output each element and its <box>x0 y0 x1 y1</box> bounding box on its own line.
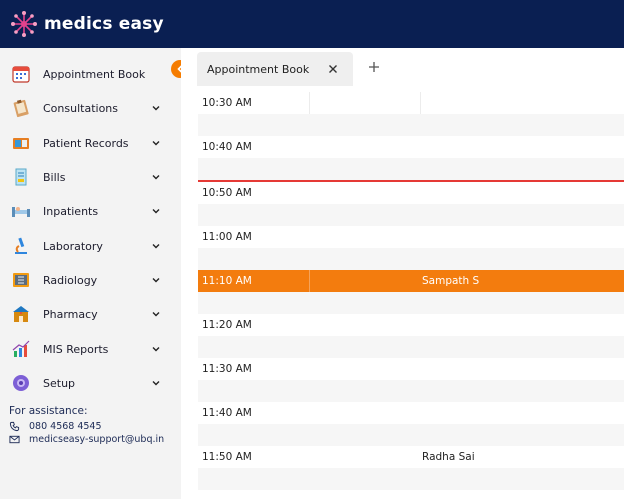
assistance-title: For assistance: <box>9 405 88 417</box>
sidebar-item-pharmacy[interactable]: Pharmacy <box>0 299 181 329</box>
sidebar-item-inpatients[interactable]: Inpatients <box>0 196 181 226</box>
schedule-row[interactable]: 11:00 AM <box>198 226 624 248</box>
notepad-icon <box>10 97 32 119</box>
schedule-row[interactable]: 11:40 AM <box>198 402 624 424</box>
schedule-row[interactable] <box>198 204 624 226</box>
sidebar-item-label: Laboratory <box>43 239 103 253</box>
xray-icon <box>10 269 32 291</box>
chevron-down-icon[interactable] <box>150 377 162 389</box>
schedule-row[interactable]: 10:50 AM <box>198 182 624 204</box>
time-slot-label: 11:20 AM <box>202 319 252 331</box>
sidebar-item-mis-reports[interactable]: MIS Reports <box>0 334 181 364</box>
schedule-row[interactable] <box>198 114 624 136</box>
tab-label: Appointment Book <box>207 62 310 76</box>
schedule-row-booked[interactable]: 11:10 AM Sampath S <box>198 270 624 292</box>
sidebar-item-label: Bills <box>43 170 66 184</box>
assistance-email[interactable]: medicseasy-support@ubq.in <box>9 433 164 446</box>
assistance-info: For assistance: 080 4568 4545 medicseasy… <box>9 405 164 446</box>
chevron-down-icon[interactable] <box>150 137 162 149</box>
top-header: medics easy <box>0 0 624 48</box>
schedule-row[interactable] <box>198 292 624 314</box>
folder-icon <box>10 132 32 154</box>
time-slot-label: 11:00 AM <box>202 231 252 243</box>
grid-divider <box>309 270 310 292</box>
schedule-row[interactable] <box>198 468 624 490</box>
sidebar-item-radiology[interactable]: Radiology <box>0 265 181 295</box>
grid-divider <box>420 92 421 114</box>
chevron-down-icon[interactable] <box>150 274 162 286</box>
appointment-schedule: 10:30 AM 10:40 AM 10:50 AM 11:00 AM 11:1… <box>198 92 624 492</box>
invoice-icon <box>10 166 32 188</box>
schedule-row[interactable] <box>198 158 624 180</box>
sidebar-item-patient-records[interactable]: Patient Records <box>0 128 181 158</box>
sidebar-item-label: Consultations <box>43 101 118 115</box>
calendar-icon <box>10 63 32 85</box>
time-slot-label: 11:30 AM <box>202 363 252 375</box>
time-slot-label: 10:50 AM <box>202 187 252 199</box>
add-tab-icon[interactable] <box>367 60 381 74</box>
schedule-row[interactable] <box>198 336 624 358</box>
close-icon[interactable] <box>327 63 339 75</box>
bed-icon <box>10 200 32 222</box>
sidebar-item-setup[interactable]: Setup <box>0 368 181 398</box>
sidebar-item-appointment-book[interactable]: Appointment Book <box>0 59 181 89</box>
chevron-down-icon[interactable] <box>150 171 162 183</box>
sidebar-item-bills[interactable]: Bills <box>0 162 181 192</box>
chart-icon <box>10 338 32 360</box>
time-slot-label: 11:10 AM <box>202 275 252 287</box>
chevron-down-icon[interactable] <box>150 308 162 320</box>
schedule-row[interactable]: 10:40 AM <box>198 136 624 158</box>
time-slot-label: 10:30 AM <box>202 97 252 109</box>
current-time-indicator <box>198 180 624 182</box>
sidebar-item-label: Radiology <box>43 273 98 287</box>
tab-appointment-book[interactable]: Appointment Book <box>197 52 353 86</box>
schedule-row[interactable]: 11:20 AM <box>198 314 624 336</box>
gear-icon <box>10 372 32 394</box>
phone-icon <box>9 421 20 432</box>
assistance-phone-number: 080 4568 4545 <box>29 421 102 432</box>
schedule-row[interactable] <box>198 380 624 402</box>
schedule-row[interactable] <box>198 248 624 270</box>
brand-name: medics easy <box>44 14 164 34</box>
microscope-icon <box>10 235 32 257</box>
assistance-phone[interactable]: 080 4568 4545 <box>9 420 164 433</box>
sidebar-item-label: Inpatients <box>43 204 99 218</box>
tab-bar: Appointment Book <box>181 48 624 88</box>
mail-icon <box>9 435 20 444</box>
sidebar-item-consultations[interactable]: Consultations <box>0 93 181 123</box>
sidebar-item-label: Appointment Book <box>43 67 146 81</box>
assistance-email-address: medicseasy-support@ubq.in <box>29 434 165 445</box>
sidebar-item-label: Pharmacy <box>43 307 98 321</box>
time-slot-label: 11:40 AM <box>202 407 252 419</box>
schedule-row[interactable] <box>198 424 624 446</box>
medics-easy-logo-icon <box>11 11 37 37</box>
sidebar-item-label: MIS Reports <box>43 342 109 356</box>
sidebar-item-label: Patient Records <box>43 136 129 150</box>
patient-name: Sampath S <box>422 275 480 287</box>
schedule-row[interactable]: 10:30 AM <box>198 92 624 114</box>
chevron-down-icon[interactable] <box>150 343 162 355</box>
chevron-down-icon[interactable] <box>150 240 162 252</box>
schedule-row[interactable]: 11:30 AM <box>198 358 624 380</box>
chevron-down-icon[interactable] <box>150 205 162 217</box>
grid-divider <box>309 92 310 114</box>
time-slot-label: 11:50 AM <box>202 451 252 463</box>
patient-name: Radha Sai <box>422 451 475 463</box>
schedule-row[interactable]: 11:50 AM Radha Sai <box>198 446 624 468</box>
time-slot-label: 10:40 AM <box>202 141 252 153</box>
sidebar-item-label: Setup <box>43 376 76 390</box>
pharmacy-icon <box>10 303 32 325</box>
chevron-down-icon[interactable] <box>150 102 162 114</box>
sidebar-item-laboratory[interactable]: Laboratory <box>0 231 181 261</box>
